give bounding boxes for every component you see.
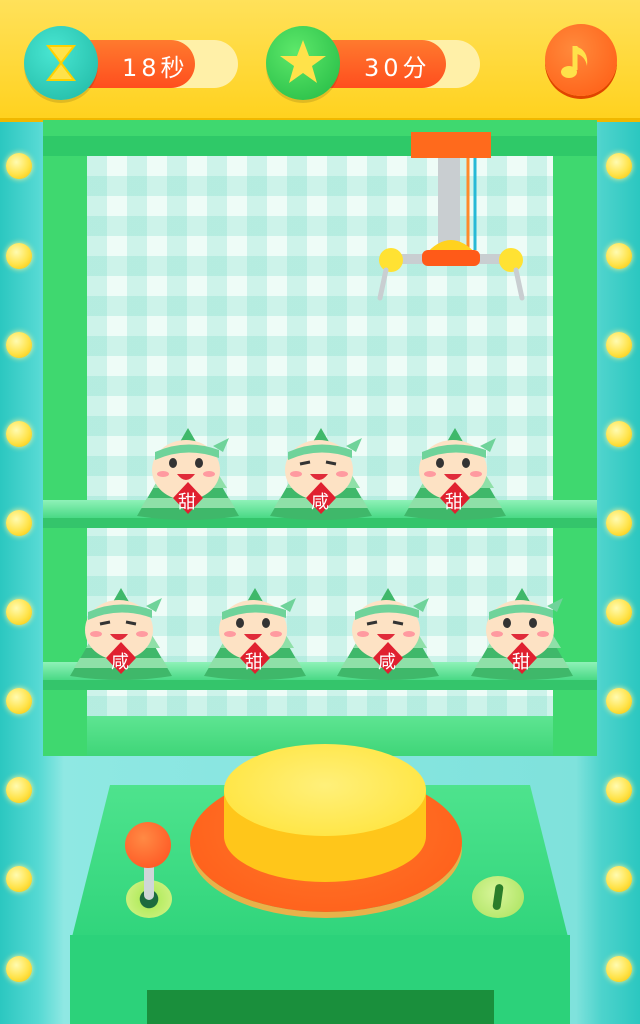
flavor-label: 咸	[378, 652, 396, 673]
flavor-label: 咸	[111, 652, 129, 673]
light-bulb	[606, 956, 632, 982]
light-bulb	[606, 777, 632, 803]
grab-button[interactable]	[224, 744, 426, 836]
light-bulb	[606, 599, 632, 625]
flavor-label: 甜	[245, 652, 263, 673]
light-bulb	[606, 332, 632, 358]
claw-grabber	[377, 132, 525, 301]
hourglass-icon	[24, 26, 98, 100]
light-bulb	[606, 866, 632, 892]
light-bulb	[6, 153, 32, 179]
score-text: 30分	[364, 54, 431, 82]
light-bulb	[6, 510, 32, 536]
light-bulb	[6, 332, 32, 358]
zongzi-prize[interactable]: 甜	[200, 584, 310, 684]
light-bulb	[606, 153, 632, 179]
zongzi-prize[interactable]: 甜	[400, 424, 510, 524]
music-note-icon	[561, 46, 588, 78]
light-bulb	[6, 777, 32, 803]
flavor-label: 甜	[178, 492, 196, 513]
zongzi-prize[interactable]: 咸	[66, 584, 176, 684]
flavor-label: 咸	[311, 492, 329, 513]
timer-text: 18秒	[122, 54, 189, 82]
light-bulb	[6, 956, 32, 982]
light-bulb	[6, 866, 32, 892]
light-bulb	[606, 688, 632, 714]
light-bulb	[6, 599, 32, 625]
music-toggle-button[interactable]	[545, 24, 617, 96]
flavor-label: 甜	[512, 652, 530, 673]
prize-slot	[147, 990, 494, 1024]
zongzi-prize[interactable]: 甜	[467, 584, 577, 684]
zongzi-prize[interactable]: 甜	[133, 424, 243, 524]
zongzi-prize[interactable]: 咸	[266, 424, 376, 524]
hud-bar: 18秒 30分	[0, 0, 640, 118]
light-bulb	[606, 243, 632, 269]
light-bulb	[6, 421, 32, 447]
light-bulb	[6, 243, 32, 269]
light-bulb	[606, 510, 632, 536]
star-icon	[266, 26, 340, 100]
light-bulb	[6, 688, 32, 714]
flavor-label: 甜	[445, 492, 463, 513]
light-bulb	[606, 421, 632, 447]
zongzi-prize[interactable]: 咸	[333, 584, 443, 684]
joystick-knob[interactable]	[125, 822, 171, 868]
